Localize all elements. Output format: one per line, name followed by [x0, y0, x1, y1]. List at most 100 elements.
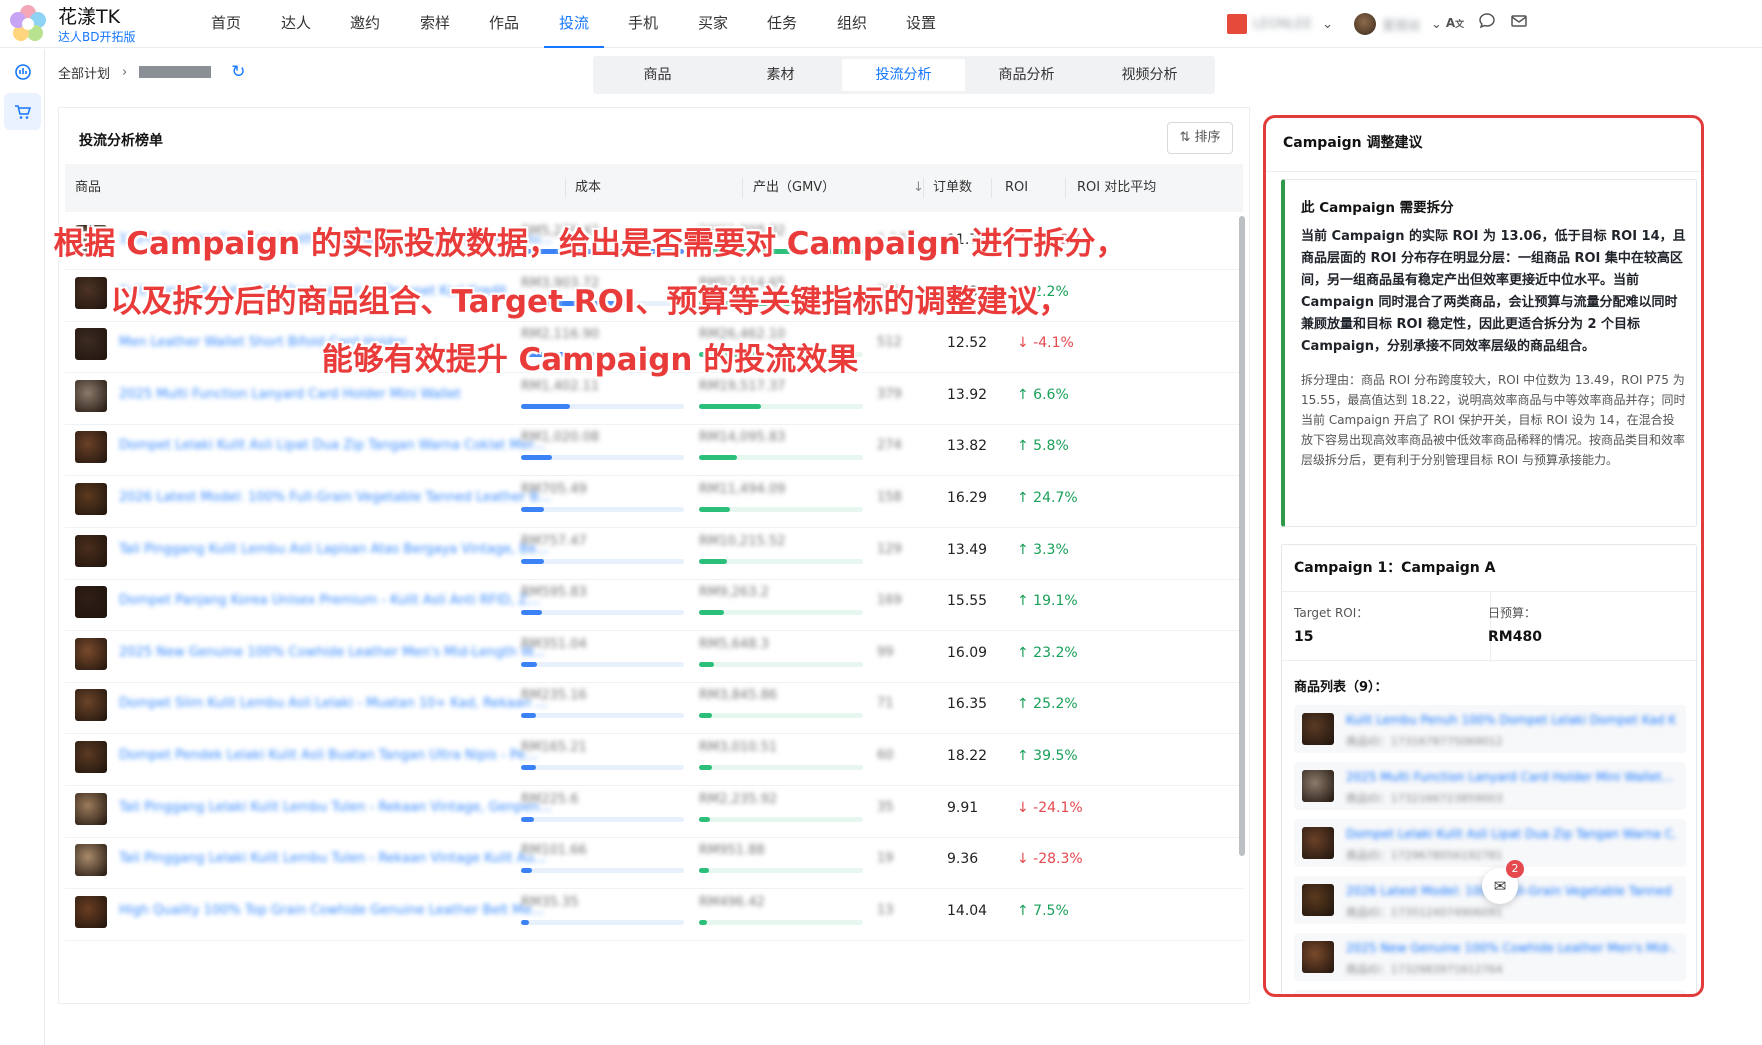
product-name-link[interactable]: Dompet Panjang Korea Unisex Premium - Ku… [119, 593, 563, 608]
product-thumbnail[interactable] [75, 741, 107, 773]
caption-line-3: 能够有效提升 Campaign 的投流效果 [321, 342, 859, 378]
table-row[interactable]: Dompet Pendek Lelaki Kulit Asli Buatan T… [65, 728, 1243, 786]
product-thumbnail[interactable] [75, 431, 107, 464]
cost-bar [521, 816, 684, 822]
product-name-link[interactable]: Tali Pinggang Kulit Lembu Asli Lapisan A… [119, 542, 563, 557]
tab-product-analysis[interactable]: 商品分析 [965, 59, 1088, 91]
tab-ad-analysis[interactable]: 投流分析 [842, 59, 965, 91]
tab-materials[interactable]: 素材 [719, 59, 842, 91]
col-roi: ROI [1005, 180, 1029, 195]
chat-icon[interactable] [1476, 12, 1498, 34]
campaign-product-item[interactable]: 2025 Multi Function Lanyard Card Holder … [1294, 762, 1686, 810]
nav-works[interactable]: 作品 [474, 0, 534, 48]
product-name-link[interactable]: Kulit Lembu Penuh 100% Dompet Lelaki Dom… [1346, 713, 1676, 727]
product-name-link[interactable]: 2025 New Genuine 100% Cowhide Leather Me… [119, 645, 563, 660]
product-name-link[interactable]: Dompet Pendek Lelaki Kulit Asli Buatan T… [119, 748, 563, 763]
cost-bar [521, 661, 684, 667]
analysis-tabs: 商品 素材 投流分析 商品分析 视频分析 [593, 56, 1215, 94]
orders-value: 71 [877, 696, 894, 712]
mail-icon[interactable] [1508, 12, 1530, 34]
nav-home[interactable]: 首页 [196, 0, 256, 48]
table-row[interactable]: Dompet Slim Kulit Lembu Asli Lelaki - Mu… [65, 676, 1243, 735]
table-row[interactable]: High Quality 100% Top Grain Cowhide Genu… [65, 883, 1243, 941]
table-row[interactable]: Tali Pinggang Lelaki Kulit Lembu Tulen -… [65, 831, 1243, 890]
campaign-product-item[interactable]: Kulit Lembu Penuh 100% Dompet Lelaki Dom… [1294, 705, 1686, 753]
table-row[interactable]: Tali Pinggang Kulit Lembu Asli Lapisan A… [65, 522, 1243, 580]
col-divider [565, 178, 566, 198]
cost-bar-fill [521, 661, 538, 667]
nav-org[interactable]: 组织 [822, 0, 882, 48]
product-thumbnail[interactable] [75, 895, 107, 928]
cart-icon[interactable] [4, 93, 41, 130]
daily-budget-metric: 日预算： RM480 [1488, 604, 1542, 645]
gmv-bar-fill [699, 765, 713, 770]
sort-button[interactable]: ⇅ 排序 [1167, 122, 1233, 154]
gmv-value: RM2,235.92 [699, 791, 778, 807]
product-thumbnail [1302, 884, 1334, 916]
translate-icon[interactable]: A文 [1444, 12, 1466, 34]
product-list-label: 商品列表（9）： [1294, 680, 1388, 695]
col-divider [1065, 178, 1066, 198]
tab-video-analysis[interactable]: 视频分析 [1088, 59, 1211, 91]
nav-samples[interactable]: 索样 [405, 0, 465, 48]
nav-phone[interactable]: 手机 [613, 0, 673, 48]
product-id: 商品ID：1732983971612764 [1346, 963, 1503, 976]
tab-products[interactable]: 商品 [596, 59, 719, 91]
breadcrumb-root[interactable]: 全部计划 [58, 63, 110, 82]
campaign-product-item[interactable]: Dompet Lelaki Kulit Asli Lipat Dua Zip T… [1294, 819, 1686, 867]
user-switcher[interactable]: LEONLEE ⌄ [1227, 13, 1333, 35]
table-row[interactable]: Tali Pinggang Lelaki Kulit Lembu Tulen -… [65, 780, 1243, 838]
nav-tasks[interactable]: 任务 [752, 0, 812, 48]
advice-panel-title: Campaign 调整建议 [1283, 135, 1423, 151]
product-thumbnail[interactable] [75, 844, 107, 877]
user-avatar [1227, 14, 1247, 34]
message-center-button[interactable]: ✉ 2 [1482, 860, 1524, 904]
product-name-link[interactable]: 2025 New Genuine 100% Cowhide Leather Me… [1346, 941, 1676, 955]
roi-vs-avg-value: ↑ 3.3% [1017, 541, 1069, 558]
product-name-link[interactable]: Dompet Slim Kulit Lembu Asli Lelaki - Mu… [119, 696, 563, 711]
refresh-icon[interactable]: ↻ [231, 62, 245, 82]
table-row[interactable]: Dompet Panjang Korea Unisex Premium - Ku… [65, 573, 1243, 632]
gmv-bar-fill [699, 507, 731, 512]
roi-vs-avg-value: ↑ 23.2% [1017, 644, 1078, 661]
product-thumbnail[interactable] [75, 792, 107, 825]
product-name-link[interactable]: 2025 Multi Function Lanyard Card Holder … [1346, 770, 1676, 784]
product-thumbnail[interactable] [75, 586, 107, 619]
gmv-bar-fill [699, 919, 708, 925]
product-name-link[interactable]: Tali Pinggang Lelaki Kulit Lembu Tulen -… [119, 851, 563, 866]
campaign-product-item[interactable]: Dompet Slim Kulit Lembu Asli Lelaki - Mu… [1294, 990, 1686, 994]
table-scrollbar[interactable] [1239, 216, 1245, 856]
col-gmv[interactable]: 产出（GMV） [753, 164, 835, 212]
nav-invite[interactable]: 邀约 [335, 0, 395, 48]
brand-logo-icon [10, 5, 46, 41]
product-thumbnail[interactable] [75, 483, 107, 515]
nav-buyers[interactable]: 买家 [683, 0, 743, 48]
gmv-bar-fill [699, 816, 711, 822]
nav-settings[interactable]: 设置 [891, 0, 951, 48]
ads-plan-icon[interactable] [4, 53, 41, 90]
product-name-link[interactable]: Tali Pinggang Lelaki Kulit Lembu Tulen -… [119, 800, 563, 815]
breadcrumb: 全部计划 › ↻ [58, 60, 245, 84]
product-name-link[interactable]: 2026 Latest Model: 100% Full-Grain Veget… [119, 490, 563, 505]
table-row[interactable]: 2025 New Genuine 100% Cowhide Leather Me… [65, 625, 1243, 683]
account-switcher[interactable]: 爱丽丝 ⌄ [1354, 13, 1442, 35]
cost-value: RM101.66 [521, 843, 587, 859]
gmv-value: RM9,263.2 [699, 585, 769, 601]
product-name-link[interactable]: 2025 Multi Function Lanyard Card Holder … [119, 387, 563, 402]
table-row[interactable]: Dompet Lelaki Kulit Asli Lipat Dua Zip T… [65, 418, 1243, 477]
product-name-link[interactable]: High Quality 100% Top Grain Cowhide Genu… [119, 903, 563, 918]
cost-bar-fill [521, 919, 530, 925]
orders-value: 99 [877, 644, 894, 660]
nav-creators[interactable]: 达人 [266, 0, 326, 48]
nav-ads[interactable]: 投流 [544, 0, 604, 48]
gmv-value: RM5,648.3 [699, 636, 769, 652]
product-name-link[interactable]: Dompet Lelaki Kulit Asli Lipat Dua Zip T… [1346, 827, 1676, 841]
table-row[interactable]: 2026 Latest Model: 100% Full-Grain Veget… [65, 470, 1243, 528]
product-name-link[interactable]: Dompet Lelaki Kulit Asli Lipat Dua Zip T… [119, 438, 563, 453]
product-thumbnail[interactable] [75, 637, 107, 670]
gmv-value: RM496.42 [699, 894, 765, 910]
product-thumbnail[interactable] [75, 534, 107, 567]
product-thumbnail[interactable] [75, 689, 107, 722]
campaign-product-item[interactable]: 2025 New Genuine 100% Cowhide Leather Me… [1294, 933, 1686, 981]
chevron-down-icon: ⌄ [1322, 16, 1333, 32]
